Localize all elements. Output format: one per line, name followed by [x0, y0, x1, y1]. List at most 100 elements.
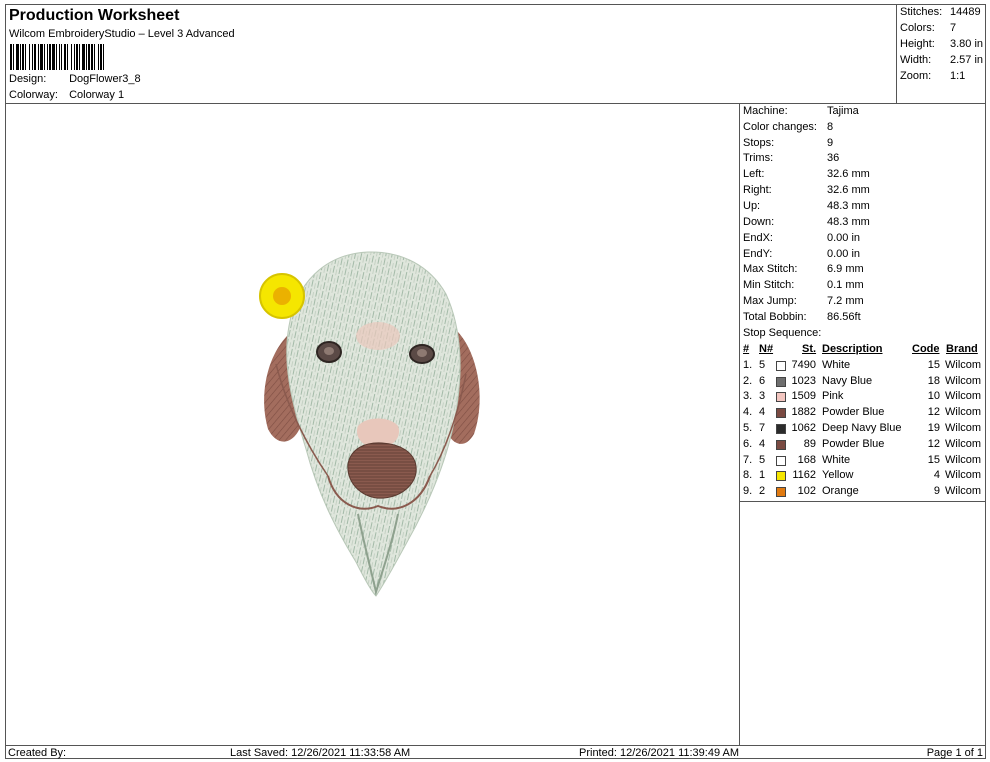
prop-value: 32.6 mm: [827, 184, 870, 196]
stat-label: Stitches:: [900, 6, 943, 18]
prop-label: Down:: [743, 216, 775, 228]
prop-row: Total Bobbin: 86.56ft: [743, 311, 861, 323]
prop-row: Max Stitch: 6.9 mm: [743, 263, 864, 275]
flower-center: [273, 287, 291, 305]
prop-row: EndX: 0.00 in: [743, 232, 860, 244]
prop-label: Max Jump:: [743, 295, 797, 307]
col-description-header: Description: [822, 343, 883, 355]
prop-row: Down: 48.3 mm: [743, 216, 870, 228]
row-needle: 5: [759, 358, 766, 371]
stop-sequence-table: # N# St. Description Code Brand 1. 5 7490 W…: [740, 342, 986, 500]
prop-value: 36: [827, 152, 840, 164]
prop-row: EndY: 0.00 in: [743, 248, 860, 260]
design-stats: Stitches: 14489 Colors: 7 Height: 3.80 in W…: [897, 5, 986, 104]
stat-value: 14489: [950, 6, 981, 18]
row-stitches: 1509: [791, 390, 816, 403]
row-description: Deep Navy Blue: [822, 421, 902, 434]
prop-row: Max Jump: 7.2 mm: [743, 295, 864, 307]
stat-label: Width:: [900, 54, 932, 66]
prop-label: EndX:: [743, 232, 773, 244]
row-num: 9.: [743, 485, 753, 498]
prop-value: 32.6 mm: [827, 168, 870, 180]
color-swatch: [776, 423, 786, 434]
color-swatch: [776, 471, 786, 482]
table-row: 9. 2 102 Orange 9 Wilcom: [740, 484, 986, 500]
color-swatch: [776, 408, 786, 419]
row-code: 10: [927, 390, 940, 403]
prop-value: 0.00 in: [827, 232, 861, 244]
color-swatch: [776, 392, 786, 403]
row-brand: Wilcom: [945, 374, 982, 387]
row-num: 8.: [743, 469, 753, 482]
table-body: 1. 5 7490 White 15 Wilcom 2. 6 1023 Navy Blue 18 Wi…: [740, 358, 986, 500]
row-brand: Wilcom: [945, 485, 982, 498]
row-code: 15: [927, 358, 940, 371]
prop-label: Max Stitch:: [743, 263, 798, 275]
row-brand: Wilcom: [945, 437, 982, 450]
row-num: 5.: [743, 421, 753, 434]
stat-value: 1:1: [950, 70, 966, 82]
prop-value: 86.56ft: [827, 311, 861, 323]
prop-row: Machine: Tajima: [743, 105, 859, 117]
col-num-header: #: [743, 343, 750, 355]
prop-row: Left: 32.6 mm: [743, 168, 870, 180]
row-stitches: 1162: [792, 469, 816, 482]
table-row: 6. 4 89 Powder Blue 12 Wilcom: [740, 437, 986, 453]
row-needle: 4: [759, 437, 766, 450]
table-header-row: # N# St. Description Code Brand: [740, 342, 986, 358]
prop-value: 0.1 mm: [827, 279, 864, 291]
col-brand-header: Brand: [946, 343, 978, 355]
prop-label: EndY:: [743, 248, 773, 260]
right-eye-highlight: [417, 349, 427, 357]
table-row: 8. 1 1162 Yellow 4 Wilcom: [740, 468, 986, 484]
row-needle: 5: [759, 453, 766, 466]
embroidery-dog-image: [259, 251, 480, 597]
prop-value: Tajima: [827, 105, 859, 117]
page-title: Production Worksheet: [9, 7, 180, 24]
color-swatch: [776, 439, 786, 450]
row-stitches: 1023: [791, 374, 816, 387]
prop-value: 8: [827, 121, 834, 133]
row-needle: 6: [759, 374, 766, 387]
stat-value: 3.80 in: [950, 38, 984, 50]
prop-value: 9: [827, 137, 834, 149]
forehead-patch: [356, 322, 400, 350]
created-by: Created By:: [8, 747, 67, 759]
printed-date: Printed: 12/26/2021 11:39:49 AM: [579, 747, 740, 759]
table-row: 2. 6 1023 Navy Blue 18 Wilcom: [740, 374, 986, 390]
left-eye-highlight: [324, 347, 334, 355]
row-stitches: 1882: [791, 406, 816, 419]
stat-row: Width: 2.57 in: [900, 54, 983, 66]
row-needle: 3: [759, 390, 766, 403]
stat-row: Stitches: 14489: [900, 6, 981, 18]
stat-label: Zoom:: [900, 70, 932, 82]
prop-label: Min Stitch:: [743, 279, 795, 291]
row-code: 4: [933, 469, 940, 482]
prop-label: Machine:: [743, 105, 788, 117]
panel-divider: [740, 501, 986, 502]
row-needle: 1: [759, 469, 766, 482]
table-row: 1. 5 7490 White 15 Wilcom: [740, 358, 986, 374]
design-value: DogFlower3_8: [69, 73, 141, 85]
design-row: Design: DogFlower3_8: [9, 73, 141, 85]
row-code: 15: [927, 453, 940, 466]
row-stitches: 1062: [791, 421, 816, 434]
color-swatch: [776, 360, 786, 371]
row-description: White: [822, 453, 851, 466]
properties-panel: Machine: Tajima Color changes: 8 Stops: 9 T…: [740, 104, 986, 745]
row-num: 2.: [743, 374, 753, 387]
stat-value: 2.57 in: [950, 54, 984, 66]
prop-value: 0.00 in: [827, 248, 861, 260]
row-brand: Wilcom: [945, 358, 982, 371]
colorway-row: Colorway: Colorway 1: [9, 89, 124, 101]
prop-row: Stops: 9: [743, 137, 833, 149]
table-row: 3. 3 1509 Pink 10 Wilcom: [740, 389, 986, 405]
stat-label: Height:: [900, 38, 935, 50]
worksheet-footer: Created By: Last Saved: 12/26/2021 11:33…: [6, 745, 986, 759]
row-description: Yellow: [822, 469, 854, 482]
row-code: 12: [927, 406, 940, 419]
row-stitches: 168: [797, 453, 816, 466]
worksheet-header: Production Worksheet Wilcom EmbroiderySt…: [6, 5, 897, 104]
table-row: 5. 7 1062 Deep Navy Blue 19 Wilcom: [740, 421, 986, 437]
row-stitches: 89: [803, 437, 816, 450]
